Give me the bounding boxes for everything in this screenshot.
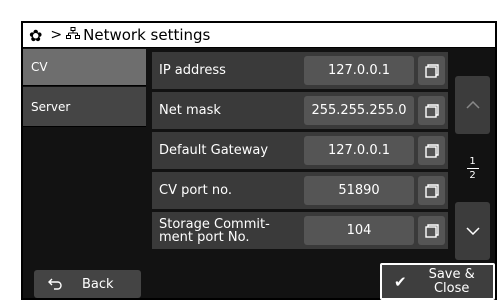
page-title: Network settings: [83, 26, 211, 44]
breadcrumb-separator: >: [50, 27, 63, 43]
save-and-close-button[interactable]: ✔ Save & Close: [380, 263, 495, 300]
default-gateway-edit-button[interactable]: [418, 136, 445, 165]
chevron-down-icon: [465, 227, 480, 235]
edit-field-icon: [424, 223, 439, 238]
sidebar-item-server[interactable]: Server: [23, 87, 146, 127]
page-divider: [466, 168, 479, 169]
gear-icon: ✿: [29, 25, 43, 45]
checkmark-icon: ✔: [394, 272, 407, 291]
edit-field-icon: [424, 103, 439, 118]
sidebar-item-label: Server: [31, 99, 71, 114]
title-bar: ✿ > Network settings: [23, 23, 495, 48]
setting-label: Net mask: [159, 103, 221, 118]
edit-field-icon: [424, 63, 439, 78]
net-mask-edit-button[interactable]: [418, 96, 445, 125]
current-page: 1: [469, 156, 476, 167]
total-pages: 2: [469, 170, 476, 181]
storage-commitment-port-value-button[interactable]: 104: [304, 216, 414, 245]
setting-label: CV port no.: [159, 183, 232, 198]
setting-label: IP address: [159, 63, 226, 78]
setting-row-ip-address: IP address 127.0.0.1: [152, 52, 448, 89]
scroll-down-button[interactable]: [455, 202, 490, 260]
storage-commitment-port-edit-button[interactable]: [418, 216, 445, 245]
edit-field-icon: [424, 183, 439, 198]
back-label: Back: [82, 276, 114, 292]
settings-window: ✿ > Network settings CV Server IP addres…: [21, 21, 497, 300]
setting-row-default-gateway: Default Gateway 127.0.0.1: [152, 132, 448, 169]
cv-port-value-button[interactable]: 51890: [304, 176, 414, 205]
setting-row-storage-commitment-port: Storage Commit- ment port No. 104: [152, 212, 448, 249]
return-arrow-icon: [48, 278, 62, 290]
setting-row-net-mask: Net mask 255.255.255.0: [152, 92, 448, 129]
network-icon: [66, 26, 81, 44]
setting-label: Default Gateway: [159, 143, 269, 158]
chevron-up-icon: [465, 101, 480, 109]
cv-port-edit-button[interactable]: [418, 176, 445, 205]
back-button[interactable]: Back: [34, 270, 141, 298]
ip-address-value-button[interactable]: 127.0.0.1: [304, 56, 414, 85]
save-label: Save & Close: [428, 266, 475, 296]
page-indicator: 1 2: [455, 144, 490, 193]
net-mask-value-button[interactable]: 255.255.255.0: [304, 96, 414, 125]
edit-field-icon: [424, 143, 439, 158]
sidebar-item-cv[interactable]: CV: [23, 49, 146, 86]
sidebar-item-label: CV: [31, 60, 48, 74]
ip-address-edit-button[interactable]: [418, 56, 445, 85]
default-gateway-value-button[interactable]: 127.0.0.1: [304, 136, 414, 165]
scroll-up-button[interactable]: [455, 76, 490, 134]
setting-label: Storage Commit- ment port No.: [159, 216, 270, 245]
setting-row-cv-port: CV port no. 51890: [152, 172, 448, 209]
